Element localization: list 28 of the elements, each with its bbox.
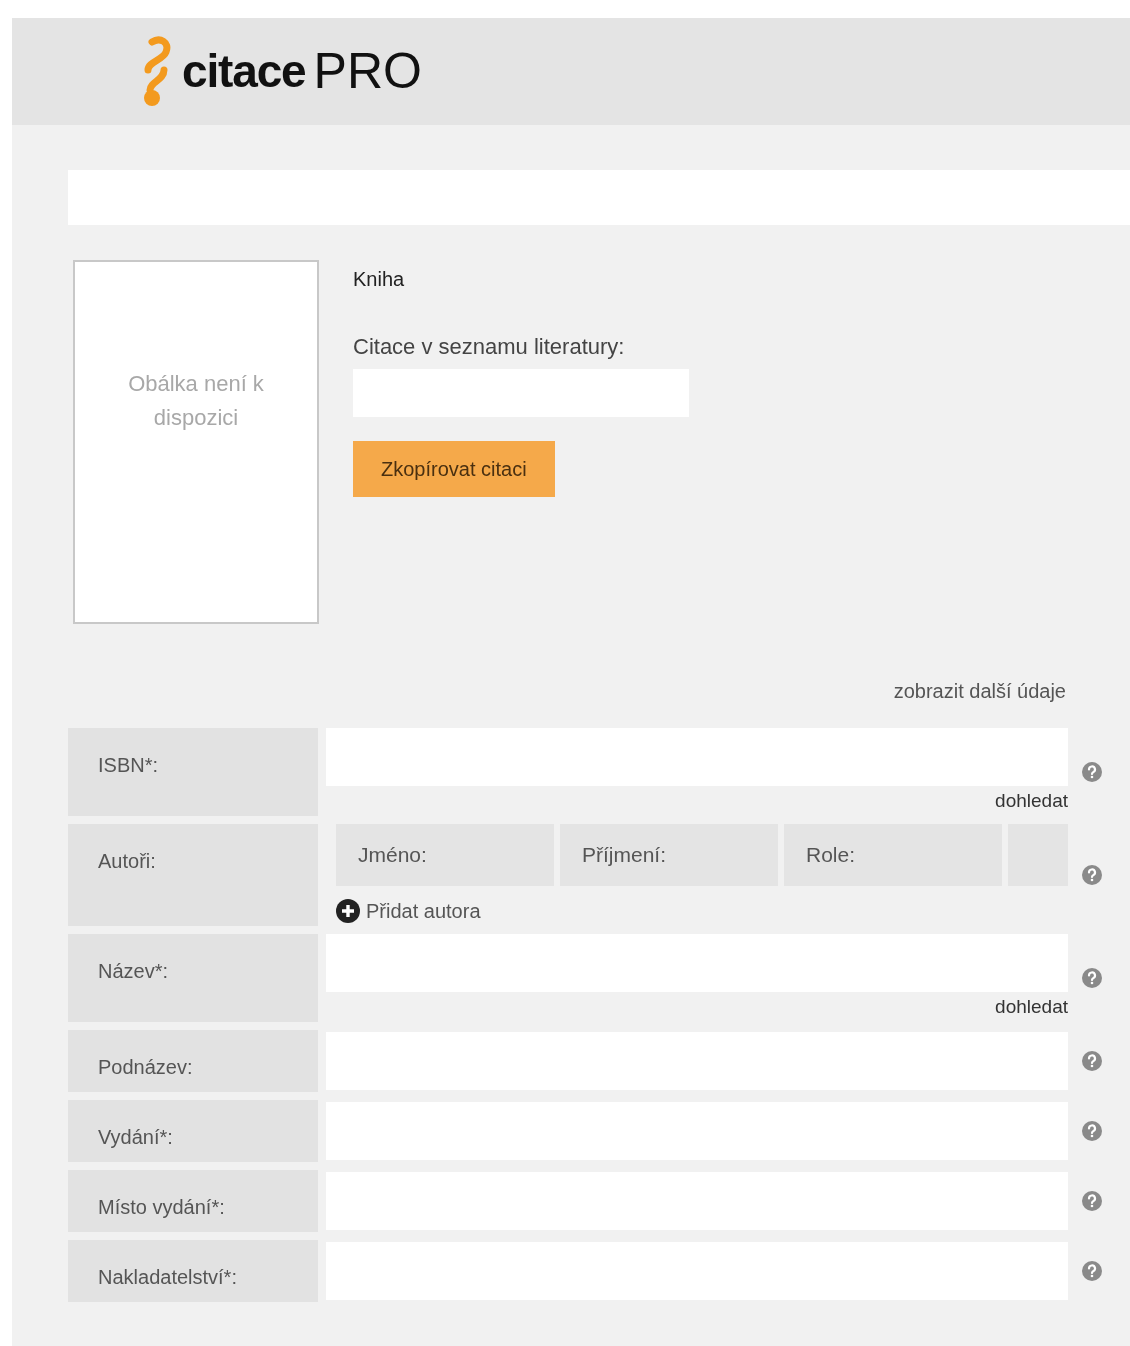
lookup-link[interactable]: dohledat xyxy=(995,992,1068,1022)
show-more-link[interactable]: zobrazit další údaje xyxy=(893,676,1066,706)
plus-icon xyxy=(336,899,360,923)
field-label: Vydání*: xyxy=(98,1126,173,1148)
field-label: Název*: xyxy=(98,960,169,982)
help-icon[interactable] xyxy=(1082,865,1102,885)
field-label: ISBN*: xyxy=(98,754,159,776)
field-label: Autoři: xyxy=(98,850,156,872)
cover-text: Obálka není k dispozici xyxy=(127,370,265,432)
help-icon[interactable] xyxy=(1082,1261,1102,1281)
field-label: Podnázev: xyxy=(98,1056,193,1078)
help-icon[interactable] xyxy=(1082,1121,1102,1141)
citation-label: Citace v seznamu literatury: xyxy=(353,333,626,361)
help-icon[interactable] xyxy=(1082,762,1102,782)
field-label: Místo vydání*: xyxy=(98,1196,225,1218)
column-header: Příjmení: xyxy=(560,824,778,886)
logo-text: PRO xyxy=(313,42,422,101)
logo-text: citace xyxy=(182,44,306,99)
column-header: Jméno: xyxy=(336,824,554,886)
column-header: Role: xyxy=(784,824,1002,886)
help-icon[interactable] xyxy=(1082,1051,1102,1071)
help-icon[interactable] xyxy=(1082,1191,1102,1211)
add-author-button[interactable]: Přidat autora xyxy=(336,896,481,926)
copy-citation-button[interactable]: Zkopírovat citaci xyxy=(353,441,555,497)
record-type: Kniha xyxy=(353,267,406,292)
field-label: Nakladatelství*: xyxy=(98,1266,237,1288)
help-icon[interactable] xyxy=(1082,968,1102,988)
lookup-link[interactable]: dohledat xyxy=(995,786,1068,816)
